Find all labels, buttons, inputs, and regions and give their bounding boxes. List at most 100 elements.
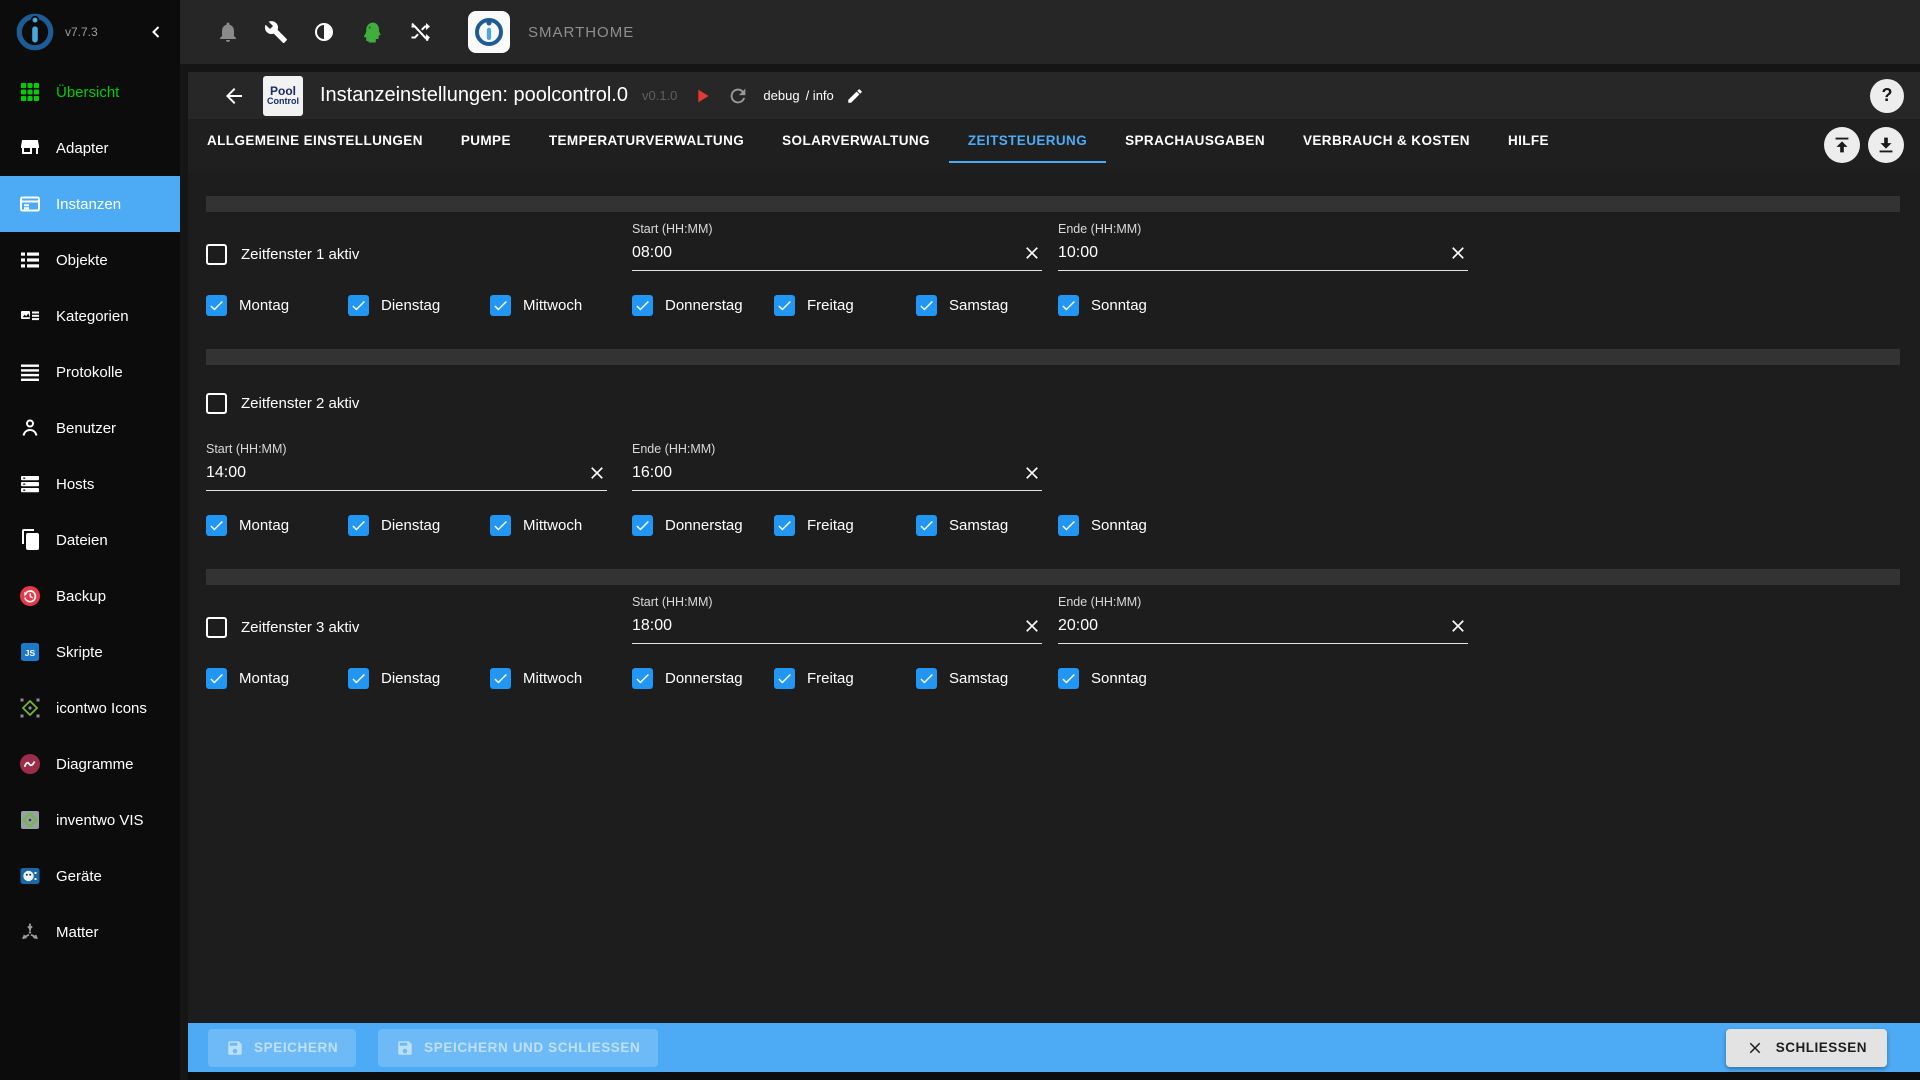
help-button[interactable]: ? [1870, 79, 1904, 113]
clear-icon[interactable] [1448, 616, 1468, 636]
weekday-checkbox-sonntag[interactable]: Sonntag [1058, 295, 1200, 316]
timewindow-2-active-checkbox[interactable]: Zeitfenster 2 aktiv [206, 393, 632, 414]
weekday-checkbox-samstag[interactable]: Samstag [916, 515, 1058, 536]
import-settings-button[interactable] [1824, 127, 1860, 163]
checkbox-unchecked[interactable] [206, 244, 227, 265]
sidebar-item-protokolle[interactable]: Protokolle [0, 344, 180, 400]
start-time-input[interactable] [206, 464, 587, 482]
weekday-checkbox-freitag[interactable]: Freitag [774, 515, 916, 536]
checkbox-checked[interactable] [916, 668, 937, 689]
tab-sprachausgaben[interactable]: SPRACHAUSGABEN [1106, 119, 1284, 163]
timewindow-3-active-checkbox[interactable]: Zeitfenster 3 aktiv [206, 611, 632, 644]
save-and-close-button[interactable]: SPEICHERN UND SCHLIESSEN [378, 1029, 658, 1067]
checkbox-unchecked[interactable] [206, 393, 227, 414]
sidebar-item-kategorien[interactable]: Kategorien [0, 288, 180, 344]
weekday-checkbox-donnerstag[interactable]: Donnerstag [632, 668, 774, 689]
clear-icon[interactable] [1022, 616, 1042, 636]
checkbox-checked[interactable] [774, 295, 795, 316]
instance-running-play-icon[interactable] [691, 85, 713, 107]
collapse-sidebar-icon[interactable] [146, 22, 166, 42]
checkbox-checked[interactable] [348, 668, 369, 689]
checkbox-checked[interactable] [632, 668, 653, 689]
sidebar-item-bersicht[interactable]: Übersicht [0, 64, 180, 120]
tab-pumpe[interactable]: PUMPE [442, 119, 530, 163]
sidebar-item-benutzer[interactable]: Benutzer [0, 400, 180, 456]
close-button[interactable]: SCHLIESSEN [1726, 1029, 1887, 1067]
sidebar-item-backup[interactable]: Backup [0, 568, 180, 624]
sidebar-item-adapter[interactable]: Adapter [0, 120, 180, 176]
clear-icon[interactable] [1448, 243, 1468, 263]
start-time-input[interactable] [632, 617, 1022, 635]
export-settings-button[interactable] [1868, 127, 1904, 163]
checkbox-checked[interactable] [916, 295, 937, 316]
weekday-checkbox-donnerstag[interactable]: Donnerstag [632, 295, 774, 316]
sidebar-item-hosts[interactable]: Hosts [0, 456, 180, 512]
checkbox-checked[interactable] [632, 515, 653, 536]
tab-hilfe[interactable]: HILFE [1489, 119, 1568, 163]
sidebar-item-inventwo-vis[interactable]: inventwo VIS [0, 792, 180, 848]
checkbox-checked[interactable] [348, 295, 369, 316]
weekday-checkbox-montag[interactable]: Montag [206, 295, 348, 316]
weekday-checkbox-dienstag[interactable]: Dienstag [348, 515, 490, 536]
weekday-checkbox-sonntag[interactable]: Sonntag [1058, 515, 1200, 536]
weekday-checkbox-dienstag[interactable]: Dienstag [348, 668, 490, 689]
weekday-checkbox-mittwoch[interactable]: Mittwoch [490, 295, 632, 316]
checkbox-checked[interactable] [348, 515, 369, 536]
sidebar-item-icontwo-icons[interactable]: icontwo Icons [0, 680, 180, 736]
weekday-checkbox-samstag[interactable]: Samstag [916, 668, 1058, 689]
start-time-input[interactable] [632, 244, 1022, 262]
clear-icon[interactable] [1022, 243, 1042, 263]
tab-solarverwaltung[interactable]: SOLARVERWALTUNG [763, 119, 949, 163]
weekday-checkbox-donnerstag[interactable]: Donnerstag [632, 515, 774, 536]
guided-tour-head-icon[interactable] [360, 20, 384, 44]
tab-allgemeine-einstellungen[interactable]: ALLGEMEINE EINSTELLUNGEN [188, 119, 442, 163]
end-time-input[interactable] [632, 464, 1022, 482]
weekday-checkbox-dienstag[interactable]: Dienstag [348, 295, 490, 316]
sidebar-item-ger-te[interactable]: Geräte [0, 848, 180, 904]
clear-icon[interactable] [1022, 463, 1042, 483]
sidebar-item-dateien[interactable]: Dateien [0, 512, 180, 568]
sidebar-item-skripte[interactable]: JSSkripte [0, 624, 180, 680]
edit-log-level-pencil-icon[interactable] [846, 87, 864, 105]
app-logo-badge-icon[interactable] [468, 11, 510, 53]
weekday-checkbox-montag[interactable]: Montag [206, 668, 348, 689]
checkbox-checked[interactable] [1058, 515, 1079, 536]
checkbox-checked[interactable] [916, 515, 937, 536]
checkbox-unchecked[interactable] [206, 617, 227, 638]
clear-icon[interactable] [587, 463, 607, 483]
checkbox-checked[interactable] [632, 295, 653, 316]
sidebar-item-diagramme[interactable]: Diagramme [0, 736, 180, 792]
timewindow-1-active-checkbox[interactable]: Zeitfenster 1 aktiv [206, 238, 632, 271]
theme-toggle-contrast-icon[interactable] [312, 20, 336, 44]
checkbox-checked[interactable] [1058, 668, 1079, 689]
end-time-input[interactable] [1058, 244, 1448, 262]
weekday-checkbox-mittwoch[interactable]: Mittwoch [490, 668, 632, 689]
weekday-checkbox-samstag[interactable]: Samstag [916, 295, 1058, 316]
checkbox-checked[interactable] [490, 295, 511, 316]
checkbox-checked[interactable] [774, 668, 795, 689]
sidebar-item-instanzen[interactable]: Instanzen [0, 176, 180, 232]
weekday-checkbox-sonntag[interactable]: Sonntag [1058, 668, 1200, 689]
tab-verbrauch-kosten[interactable]: VERBRAUCH & KOSTEN [1284, 119, 1489, 163]
checkbox-checked[interactable] [490, 668, 511, 689]
expert-mode-off-icon[interactable] [408, 20, 432, 44]
checkbox-checked[interactable] [206, 668, 227, 689]
restart-instance-icon[interactable] [727, 85, 749, 107]
weekday-checkbox-freitag[interactable]: Freitag [774, 295, 916, 316]
checkbox-checked[interactable] [774, 515, 795, 536]
weekday-checkbox-freitag[interactable]: Freitag [774, 668, 916, 689]
tab-zeitsteuerung[interactable]: ZEITSTEUERUNG [949, 119, 1106, 163]
save-button[interactable]: SPEICHERN [208, 1029, 356, 1067]
weekday-checkbox-mittwoch[interactable]: Mittwoch [490, 515, 632, 536]
checkbox-checked[interactable] [206, 295, 227, 316]
checkbox-checked[interactable] [206, 515, 227, 536]
checkbox-checked[interactable] [490, 515, 511, 536]
system-settings-wrench-icon[interactable] [264, 20, 288, 44]
sidebar-item-objekte[interactable]: Objekte [0, 232, 180, 288]
back-arrow-icon[interactable] [222, 84, 246, 108]
sidebar-item-matter[interactable]: Matter [0, 904, 180, 960]
tab-temperaturverwaltung[interactable]: TEMPERATURVERWALTUNG [530, 119, 763, 163]
notifications-bell-icon[interactable] [216, 20, 240, 44]
end-time-input[interactable] [1058, 617, 1448, 635]
weekday-checkbox-montag[interactable]: Montag [206, 515, 348, 536]
